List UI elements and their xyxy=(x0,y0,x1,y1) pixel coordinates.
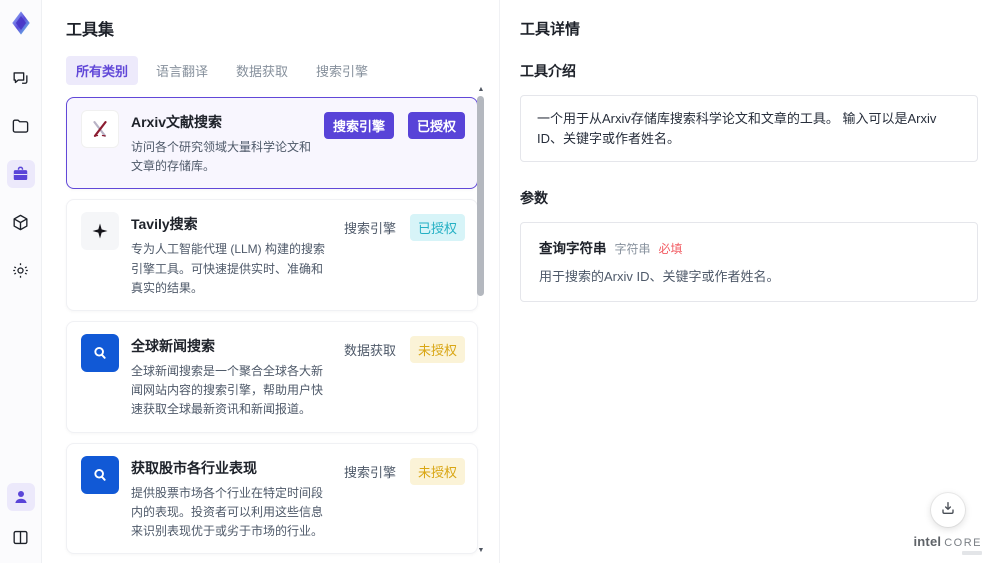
tool-description: 全球新闻搜索是一个聚合全球各大新闻网站内容的搜索引擎，帮助用户快速获取全球最新资… xyxy=(131,363,324,417)
floating-footer: intel CORE xyxy=(913,493,982,555)
status-badge: 未授权 xyxy=(409,335,465,363)
tool-card[interactable]: Tavily搜索专为人工智能代理 (LLM) 构建的搜索引擎工具。可快速提供实时… xyxy=(66,199,478,311)
app-window: 工具集 所有类别 语言翻译 数据获取 搜索引擎 Arxiv文献搜索 访问各个研究领域大量… xyxy=(0,0,1000,563)
sidebar-item-account[interactable] xyxy=(6,483,35,511)
badge-group: 搜索引擎 未授权 xyxy=(344,456,465,542)
param-required-badge: 必填 xyxy=(658,242,683,256)
sidebar-item-collapse[interactable] xyxy=(7,523,35,551)
download-button[interactable] xyxy=(930,493,965,527)
scroll-up-icon[interactable]: ▲ xyxy=(476,86,486,94)
icon-sidebar xyxy=(0,0,42,563)
tool-name: 获取股市各行业表现 xyxy=(131,459,257,476)
tool-name: Tavily搜索 xyxy=(131,216,198,233)
sidebar-nav xyxy=(6,64,35,284)
tool-description: 访问各个研究领域大量科学论文和文章的存储库。 xyxy=(131,140,312,174)
category-tabs: 所有类别 语言翻译 数据获取 搜索引擎 xyxy=(66,56,499,85)
category-badge: 搜索引擎 xyxy=(343,221,396,237)
scroll-down-icon[interactable]: ▼ xyxy=(476,547,486,555)
brand-intel-text: intel xyxy=(913,534,942,549)
badge-group: 搜索引擎 已授权 xyxy=(344,212,465,298)
intel-core-logo: intel CORE xyxy=(913,534,982,555)
intro-text-box: 一个用于从Arxiv存储库搜索科学论文和文章的工具。 输入可以是Arxiv ID… xyxy=(520,95,978,162)
param-description: 用于搜索的Arxiv ID、关键字或作者姓名。 xyxy=(539,269,780,284)
param-name: 查询字符串 xyxy=(539,241,607,256)
sidebar-item-chat[interactable] xyxy=(7,64,35,92)
param-type: 字符串 xyxy=(614,242,651,256)
tab-3[interactable]: 搜索引擎 xyxy=(306,56,378,85)
search-icon xyxy=(81,455,119,494)
tool-card-list: Arxiv文献搜索 访问各个研究领域大量科学论文和文章的存储库。 搜索引擎 已授权 T… xyxy=(66,97,478,563)
folder-icon xyxy=(11,117,30,136)
badge-group: 搜索引擎 已授权 xyxy=(323,110,465,176)
brand-sub-bar xyxy=(962,551,982,555)
badge-group: 数据获取 未授权 xyxy=(344,334,465,420)
intro-heading: 工具介绍 xyxy=(520,63,576,79)
params-list: 查询字符串 字符串 必填用于搜索的Arxiv ID、关键字或作者姓名。 xyxy=(520,222,978,302)
star-icon xyxy=(81,212,119,251)
sidebar-item-settings[interactable] xyxy=(7,256,35,284)
user-icon xyxy=(12,488,30,506)
category-badge: 数据获取 xyxy=(343,342,396,358)
tab-2[interactable]: 数据获取 xyxy=(226,56,298,85)
arxiv-icon xyxy=(81,110,119,148)
sidebar-item-tools[interactable] xyxy=(6,160,35,188)
tool-card[interactable]: 获取股市各行业表现提供股票市场各个行业在特定时间段内的表现。投资者可以利用这些信… xyxy=(66,442,478,555)
chat-icon xyxy=(11,69,30,88)
params-heading: 参数 xyxy=(520,190,548,206)
status-badge: 未授权 xyxy=(409,457,465,485)
tab-1[interactable]: 语言翻译 xyxy=(146,56,218,85)
category-badge: 搜索引擎 xyxy=(343,464,396,480)
search-icon xyxy=(81,333,119,372)
list-scrollbar[interactable]: ▲ ▼ xyxy=(476,86,486,555)
tool-detail-panel: 工具详情 工具介绍 一个用于从Arxiv存储库搜索科学论文和文章的工具。 输入可… xyxy=(500,0,1000,563)
page-title: 工具集 xyxy=(66,22,115,39)
app-logo-icon xyxy=(6,8,36,38)
tool-name: Arxiv文献搜索 xyxy=(131,114,223,130)
tool-description: 专为人工智能代理 (LLM) 构建的搜索引擎工具。可快速提供实时、准确和真实的结… xyxy=(131,242,326,295)
category-badge: 搜索引擎 xyxy=(323,112,394,139)
status-badge: 已授权 xyxy=(407,112,465,139)
gear-icon xyxy=(11,261,30,280)
scrollbar-thumb[interactable] xyxy=(477,96,484,296)
sidebar-bottom-nav xyxy=(6,483,35,551)
briefcase-icon xyxy=(11,165,30,184)
tab-0[interactable]: 所有类别 xyxy=(66,56,139,85)
status-badge: 已授权 xyxy=(409,214,465,242)
tool-name: 全球新闻搜索 xyxy=(131,337,215,354)
sidebar-item-files[interactable] xyxy=(7,112,35,140)
tool-card[interactable]: 全球新闻搜索全球新闻搜索是一个聚合全球各大新闻网站内容的搜索引擎，帮助用户快速获… xyxy=(66,320,478,433)
panel-icon xyxy=(11,528,30,547)
tool-card[interactable]: Arxiv文献搜索访问各个研究领域大量科学论文和文章的存储库。 搜索引擎 已授权 xyxy=(66,97,478,190)
tool-list-panel: 工具集 所有类别 语言翻译 数据获取 搜索引擎 Arxiv文献搜索 访问各个研究领域大量… xyxy=(42,0,500,563)
detail-title: 工具详情 xyxy=(520,21,581,38)
download-icon xyxy=(940,500,956,521)
tool-description: 提供股票市场各个行业在特定时间段内的表现。投资者可以利用这些信息来识别表现优于或… xyxy=(131,485,324,538)
sidebar-item-packages[interactable] xyxy=(7,208,35,236)
brand-core-text: CORE xyxy=(944,537,982,549)
cube-icon xyxy=(11,213,30,232)
param-card: 查询字符串 字符串 必填用于搜索的Arxiv ID、关键字或作者姓名。 xyxy=(520,222,978,302)
